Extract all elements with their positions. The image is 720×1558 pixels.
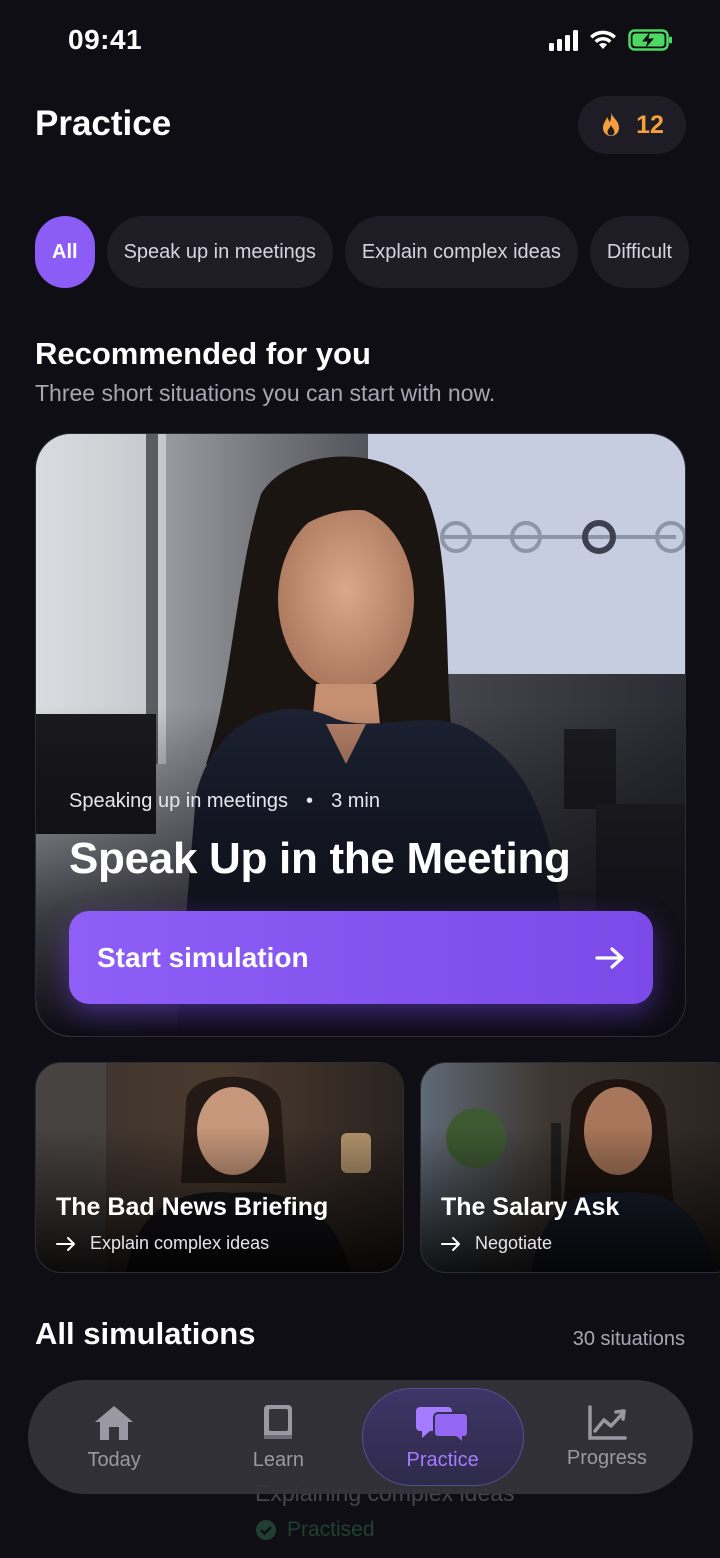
simulation-card-bad-news[interactable]: The Bad News Briefing Explain complex id… xyxy=(35,1062,404,1273)
recommended-title: Recommended for you xyxy=(35,336,371,371)
status-icons xyxy=(549,28,674,52)
card-category-label: Explain complex ideas xyxy=(90,1233,270,1253)
hero-category: Speaking up in meetings xyxy=(69,790,289,812)
hero-simulation-card[interactable]: Speaking up in meetings • 3 min Speak Up… xyxy=(35,433,686,1037)
page-title: Practice xyxy=(35,104,172,143)
arrow-right-icon xyxy=(595,946,624,969)
arrow-right-icon xyxy=(441,1236,460,1251)
arrow-right-icon xyxy=(56,1236,75,1251)
card-category: Negotiate xyxy=(441,1233,552,1254)
streak-badge[interactable]: 12 xyxy=(578,96,686,154)
battery-charging-icon xyxy=(628,29,672,51)
tab-label: Practice xyxy=(406,1448,479,1471)
tab-learn[interactable]: Learn xyxy=(197,1388,359,1486)
tab-label: Learn xyxy=(252,1448,304,1471)
chat-bubbles-icon xyxy=(415,1406,469,1443)
hero-duration: 3 min xyxy=(331,790,380,812)
simulations-count: 30 situations xyxy=(572,1328,685,1350)
list-item-status: Practised xyxy=(255,1518,375,1542)
tab-today[interactable]: Today xyxy=(33,1388,195,1486)
status-time: 09:41 xyxy=(68,24,143,55)
streak-count: 12 xyxy=(636,110,664,139)
meta-separator: • xyxy=(306,790,314,812)
card-category: Explain complex ideas xyxy=(56,1233,269,1254)
filter-chip-all[interactable]: All xyxy=(35,216,95,288)
card-title: The Salary Ask xyxy=(441,1193,620,1221)
status-bar: 09:41 xyxy=(0,0,720,84)
filter-chips: All Speak up in meetings Explain complex… xyxy=(35,216,720,288)
hero-title: Speak Up in the Meeting xyxy=(69,834,571,883)
wifi-icon xyxy=(590,30,616,49)
tab-label: Today xyxy=(87,1448,141,1471)
chart-icon xyxy=(588,1404,627,1440)
bottom-tab-bar: Today Learn Practice Progress xyxy=(28,1380,693,1494)
tab-progress[interactable]: Progress xyxy=(526,1388,688,1486)
list-item-status-label: Practised xyxy=(287,1518,375,1541)
tab-practice[interactable]: Practice xyxy=(361,1388,524,1486)
start-simulation-label: Start simulation xyxy=(97,941,309,973)
home-icon xyxy=(95,1405,134,1440)
card-title: The Bad News Briefing xyxy=(56,1193,329,1221)
hero-meta: Speaking up in meetings • 3 min xyxy=(69,790,380,813)
start-simulation-button[interactable]: Start simulation xyxy=(69,911,653,1004)
flame-icon xyxy=(603,112,620,136)
check-circle-icon xyxy=(256,1520,276,1540)
tab-label: Progress xyxy=(566,1446,647,1469)
filter-chip-speak-up[interactable]: Speak up in meetings xyxy=(106,216,333,288)
simulation-card-salary-ask[interactable]: The Salary Ask Negotiate xyxy=(420,1062,720,1273)
filter-chip-difficult[interactable]: Difficult xyxy=(589,216,690,288)
recommended-subtitle: Three short situations you can start wit… xyxy=(35,380,496,406)
card-category-label: Negotiate xyxy=(475,1233,553,1253)
filter-chip-explain[interactable]: Explain complex ideas xyxy=(344,216,578,288)
all-simulations-title: All simulations xyxy=(35,1316,256,1351)
book-icon xyxy=(264,1404,293,1439)
cellular-signal-icon xyxy=(549,29,578,51)
